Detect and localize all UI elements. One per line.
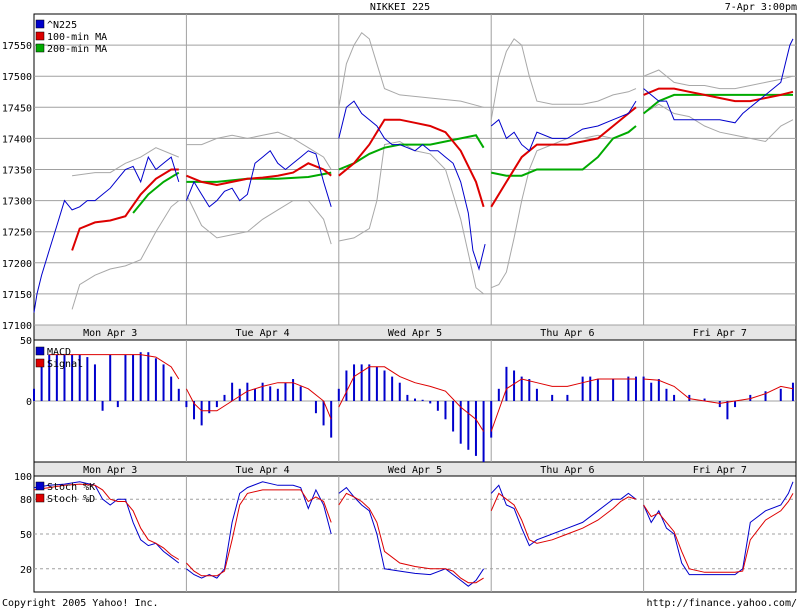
y-tick-label: 50 — [20, 336, 32, 347]
day-label: Wed Apr 5 — [388, 465, 442, 476]
y-tick-label: 17200 — [2, 259, 32, 270]
legend-swatch — [35, 31, 45, 41]
day-label: Thu Apr 6 — [540, 328, 594, 339]
legend-label: 200-min MA — [47, 44, 107, 55]
legend-swatch — [35, 493, 45, 503]
legend-swatch — [35, 19, 45, 29]
series-lower-band — [185, 194, 332, 245]
y-tick-label: 100 — [14, 472, 32, 483]
copyright-text: Copyright 2005 Yahoo! Inc. — [2, 598, 159, 608]
day-label: Fri Apr 7 — [693, 328, 747, 339]
nikkei-chart: NIKKEI 225 7-Apr 3:00pm Mon Apr 3 Mon Apr… — [2, 2, 797, 608]
series-stoch-k — [338, 486, 485, 587]
series-layer — [33, 31, 794, 587]
legend-swatch — [35, 43, 45, 53]
y-tick-label: 17450 — [2, 103, 32, 114]
legend-label: Signal — [47, 359, 83, 370]
y-tick-label: 17300 — [2, 197, 32, 208]
y-tick-label: 0 — [26, 397, 32, 408]
series-upper-band — [72, 147, 179, 177]
y-tick-label: 17500 — [2, 72, 32, 83]
series-upper-band — [643, 69, 794, 90]
day-label: Tue Apr 4 — [236, 465, 290, 476]
series-stoch-d — [490, 492, 637, 544]
y-tick-label: 80 — [20, 495, 32, 506]
y-tick-label: 17150 — [2, 290, 32, 301]
signal-line — [338, 366, 485, 432]
day-label: Mon Apr 3 — [83, 328, 137, 339]
series--n225 — [338, 100, 486, 271]
series-100-min-ma — [490, 106, 637, 208]
stoch-panel-grid — [33, 475, 797, 593]
legend-label: 100-min MA — [47, 32, 107, 43]
legend-swatch — [35, 481, 45, 491]
legend-swatch — [35, 346, 45, 356]
chart-timestamp: 7-Apr 3:00pm — [725, 2, 797, 13]
day-label: Thu Apr 6 — [540, 465, 594, 476]
series-stoch-k — [643, 481, 794, 576]
legend-label: Stoch %K — [47, 482, 95, 493]
day-label: Mon Apr 3 — [83, 465, 137, 476]
legend-label: ^N225 — [47, 20, 77, 31]
day-label: Wed Apr 5 — [388, 328, 442, 339]
series-upper-band — [338, 31, 484, 108]
y-tick-label: 17100 — [2, 321, 32, 332]
series-100-min-ma — [338, 118, 485, 208]
y-tick-label: 17400 — [2, 134, 32, 145]
series-lower-band — [491, 125, 637, 289]
chart-title: NIKKEI 225 — [370, 2, 430, 13]
series-stoch-d — [643, 493, 794, 573]
y-tick-label: 17350 — [2, 166, 32, 177]
day-label: Tue Apr 4 — [236, 328, 290, 339]
series-stoch-k — [186, 481, 332, 579]
legend-label: Stoch %D — [47, 494, 95, 505]
price-panel-grid — [33, 13, 797, 341]
source-url: http://finance.yahoo.com/ — [646, 598, 797, 608]
series-lower-band — [338, 140, 484, 295]
y-tick-label: 17550 — [2, 41, 32, 52]
signal-line — [490, 378, 636, 432]
y-tick-label: 20 — [20, 565, 32, 576]
series-stoch-k — [490, 484, 637, 547]
series--n225 — [33, 155, 180, 313]
y-tick-label: 50 — [20, 530, 32, 541]
y-tick-label: 17250 — [2, 228, 32, 239]
series-stoch-d — [186, 489, 332, 577]
legend-swatch — [35, 358, 45, 368]
series-lower-band — [643, 103, 794, 143]
series--n225 — [643, 38, 794, 124]
legend-label: MACD — [47, 347, 71, 358]
series-stoch-d — [338, 492, 484, 584]
day-label: Fri Apr 7 — [693, 465, 747, 476]
